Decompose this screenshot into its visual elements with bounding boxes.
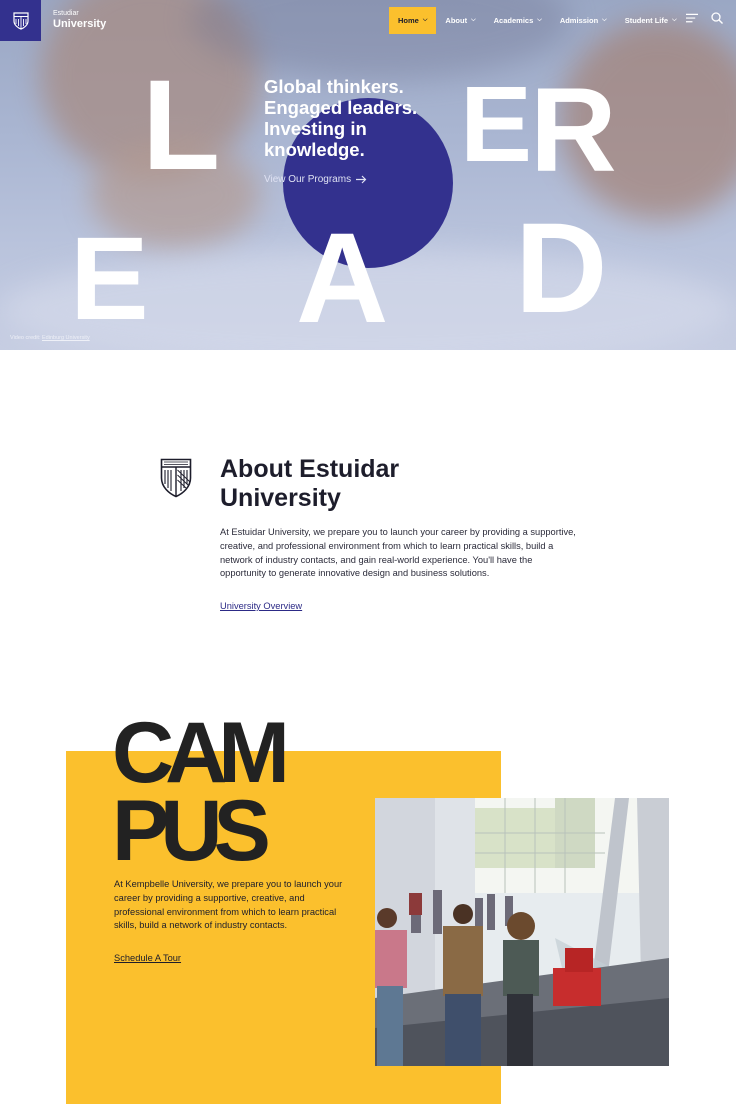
brand-name-small: Estudiar (53, 10, 79, 17)
nav-item-label: Home (398, 16, 419, 25)
chevron-down-icon: ⌵ (471, 17, 476, 23)
hero-section: L E R E A D Global thinkers. Engaged lea… (0, 0, 736, 350)
nav-item-student-life[interactable]: Student Life ⌵ (616, 7, 686, 34)
menu-icon[interactable] (686, 13, 698, 24)
nav-item-admission[interactable]: Admission ⌵ (551, 7, 616, 34)
chevron-down-icon: ⌵ (602, 17, 607, 23)
about-title: About Estuidar University (220, 455, 460, 513)
brand-name[interactable]: Estudiar University (53, 10, 106, 30)
hero-headline-line: Engaged leaders. (264, 97, 418, 118)
hero-headline-line: Global thinkers. (264, 76, 404, 97)
about-title-line: About Estuidar (220, 455, 400, 483)
campus-photo-image (375, 798, 669, 1066)
video-credit-link[interactable]: Edinburg University (42, 335, 90, 341)
campus-heading: PUS (112, 783, 271, 879)
search-icon[interactable] (711, 12, 723, 24)
campus-photo (375, 798, 669, 1066)
hero-headline-line: knowledge. (264, 139, 365, 160)
hero-letter: L (142, 54, 221, 197)
shield-crest-icon (160, 458, 192, 498)
campus-description: At Kempbelle University, we prepare you … (114, 879, 343, 931)
nav-item-label: Admission (559, 16, 599, 25)
nav-item-about[interactable]: About ⌵ (436, 7, 484, 34)
hero-letter: R (530, 63, 617, 197)
hero-headline: Global thinkers. Engaged leaders. Invest… (264, 76, 444, 160)
hero-letter: A (296, 207, 389, 350)
shield-logo-icon (12, 11, 29, 30)
view-programs-link[interactable]: View Our Programs (264, 174, 367, 185)
schedule-tour-link[interactable]: Schedule A Tour (114, 953, 181, 963)
video-credit: Video credit: Edinburg University (10, 335, 90, 341)
nav-item-label: About (445, 16, 468, 25)
hero-letter: E (460, 63, 533, 184)
hero-letter: E (70, 213, 149, 345)
chevron-down-icon: ⌵ (537, 17, 542, 23)
logo[interactable] (0, 0, 41, 41)
hero-letter: D (515, 197, 608, 340)
arrow-right-icon (356, 175, 367, 184)
view-programs-label: View Our Programs (264, 174, 352, 185)
about-description: At Estuidar University, we prepare you t… (220, 527, 576, 579)
university-overview-link[interactable]: University Overview (220, 601, 302, 611)
nav-item-label: Student Life (624, 16, 669, 25)
nav-item-label: Academics (493, 16, 534, 25)
brand-name-big: University (53, 18, 107, 30)
hero-headline-line: Investing in (264, 118, 367, 139)
nav-item-academics[interactable]: Academics ⌵ (485, 7, 551, 34)
chevron-down-icon: ⌵ (672, 17, 677, 23)
main-nav: Home ⌵ About ⌵ Academics ⌵ Admission ⌵ S… (389, 7, 686, 34)
video-credit-prefix: Video credit: (10, 335, 43, 341)
about-title-line: University (220, 484, 341, 512)
nav-item-home[interactable]: Home ⌵ (389, 7, 437, 34)
chevron-down-icon: ⌵ (422, 17, 428, 23)
